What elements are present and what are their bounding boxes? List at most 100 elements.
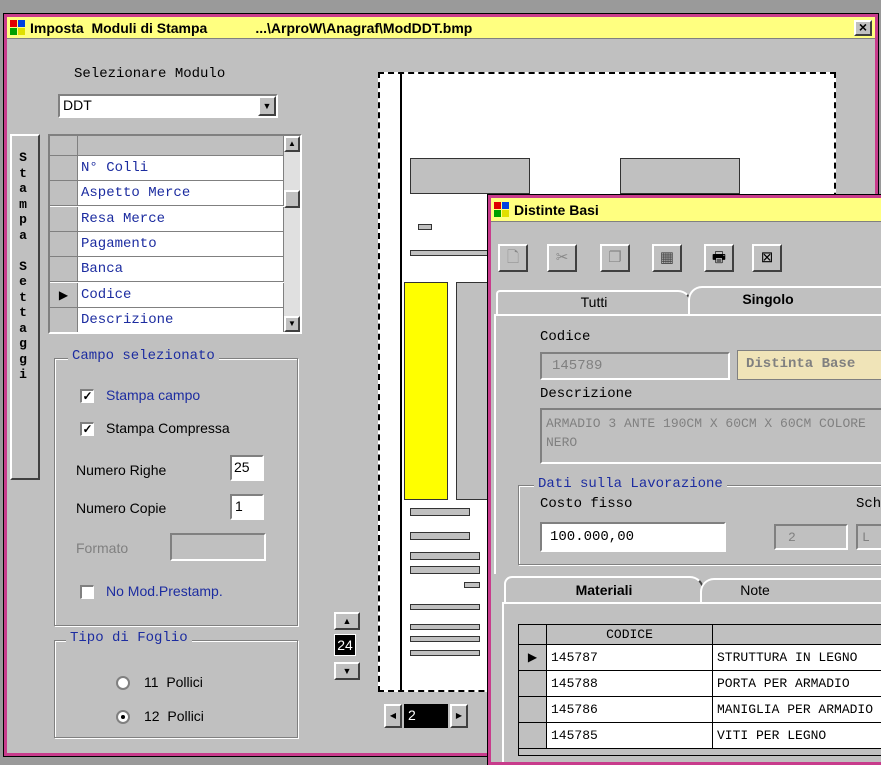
- costo-input[interactable]: 100.000,00: [540, 522, 726, 552]
- preview-margin-line: [400, 74, 402, 690]
- chevron-down-icon[interactable]: ▼: [258, 96, 276, 116]
- grid-scrollbar[interactable]: ▲ ▼: [284, 136, 300, 332]
- page-prev-button[interactable]: ◀: [384, 704, 402, 728]
- mat-row-code[interactable]: 145787: [547, 645, 713, 671]
- field-row[interactable]: Descrizione: [78, 307, 284, 332]
- mat-row-desc[interactable]: PORTA PER ARMADIO: [713, 671, 881, 697]
- numero-righe-input[interactable]: 25: [230, 455, 264, 481]
- preview-bar: [410, 636, 480, 642]
- row-indicator[interactable]: [50, 181, 78, 207]
- page-value[interactable]: 2: [404, 704, 448, 728]
- main-title: Imposta Moduli di Stampa: [30, 19, 208, 36]
- numero-copie-input[interactable]: 1: [230, 494, 264, 520]
- preview-bar: [410, 566, 480, 574]
- mat-row-code[interactable]: 145788: [547, 671, 713, 697]
- main-path: ...\ArproW\Anagraf\ModDDT.bmp: [255, 19, 473, 36]
- tab-singolo[interactable]: Singolo: [688, 286, 881, 316]
- print-icon[interactable]: 🖶: [704, 244, 734, 272]
- materiali-grid[interactable]: CODICE ▶ 145787 STRUTTURA IN LEGNO 145788 PO…: [518, 624, 881, 756]
- row-indicator[interactable]: [50, 307, 78, 332]
- row-indicator[interactable]: [50, 231, 78, 257]
- mat-col-codice: CODICE: [547, 625, 713, 645]
- preview-box: [410, 158, 530, 194]
- no-mod-checkbox[interactable]: [80, 585, 94, 599]
- scroll-thumb[interactable]: [284, 190, 300, 208]
- side-letter: [10, 243, 36, 259]
- app-icon: [10, 19, 26, 36]
- distinte-titlebar: Distinte Basi: [491, 198, 881, 222]
- tab-tutti-label: Tutti: [580, 294, 608, 310]
- spin-value[interactable]: 24: [334, 634, 356, 656]
- side-letter: e: [19, 274, 27, 289]
- grid-header: [78, 136, 284, 156]
- sch-label: Sch: [856, 496, 881, 512]
- costo-label: Costo fisso: [540, 496, 633, 512]
- scroll-up-icon[interactable]: ▲: [284, 136, 300, 152]
- field-row[interactable]: Aspetto Merce: [78, 181, 284, 207]
- radio-11-pollici[interactable]: [116, 676, 130, 690]
- mat-row-code[interactable]: 145786: [547, 697, 713, 723]
- mat-row-desc[interactable]: STRUTTURA IN LEGNO: [713, 645, 881, 671]
- tab-note[interactable]: Note: [700, 578, 881, 602]
- tab-materiali[interactable]: Materiali: [504, 576, 704, 604]
- preview-bar: [410, 250, 490, 256]
- stampa-compressa-checkbox[interactable]: ✓: [80, 422, 94, 436]
- row-indicator[interactable]: [50, 156, 78, 181]
- row-indicator[interactable]: [50, 257, 78, 283]
- cut-icon[interactable]: ✂: [547, 244, 577, 272]
- mat-row-code[interactable]: 145785: [547, 723, 713, 749]
- mat-row-desc[interactable]: MANIGLIA PER ARMADIO: [713, 697, 881, 723]
- row-indicator[interactable]: [50, 206, 78, 232]
- copy-icon[interactable]: ❐: [600, 244, 630, 272]
- stampa-compressa-label: Stampa Compressa: [106, 420, 230, 436]
- formato-input[interactable]: [170, 533, 266, 561]
- tab-tutti[interactable]: Tutti: [496, 290, 692, 314]
- side-letter: i: [19, 367, 27, 382]
- mat-row-desc[interactable]: VITI PER LEGNO: [713, 723, 881, 749]
- codice-field: 145789: [540, 352, 730, 380]
- side-letter: m: [19, 196, 27, 212]
- side-letter: t: [19, 305, 27, 320]
- new-doc-icon[interactable]: 🗋: [498, 244, 528, 272]
- numero-righe-label: Numero Righe: [76, 462, 167, 478]
- side-letter: a: [19, 227, 27, 243]
- app-icon: [494, 201, 510, 218]
- distinta-base-badge: Distinta Base: [737, 350, 881, 380]
- exit-icon[interactable]: ⊠: [752, 244, 782, 272]
- side-letter: a: [19, 320, 27, 336]
- field-row[interactable]: Codice: [78, 282, 284, 308]
- mat-row-indicator[interactable]: ▶: [519, 645, 547, 671]
- tab-materiali-label: Materiali: [575, 582, 633, 598]
- preview-bar: [410, 604, 480, 610]
- numero-copie-label: Numero Copie: [76, 500, 167, 516]
- preview-bar: [418, 224, 432, 230]
- page-next-button[interactable]: ▶: [450, 704, 468, 728]
- radio-12-pollici[interactable]: [116, 710, 130, 724]
- scroll-down-icon[interactable]: ▼: [284, 316, 300, 332]
- grid-corner: [50, 136, 78, 156]
- field-row[interactable]: Pagamento: [78, 231, 284, 257]
- side-letter: p: [19, 212, 27, 227]
- field-row[interactable]: N° Colli: [78, 156, 284, 181]
- side-letter: g: [19, 351, 27, 367]
- field-row[interactable]: Banca: [78, 257, 284, 283]
- close-icon[interactable]: ×: [854, 20, 872, 36]
- formato-label: Formato: [76, 540, 129, 556]
- distinte-title: Distinte Basi: [514, 201, 599, 218]
- mat-row-indicator[interactable]: [519, 723, 547, 749]
- row-indicator[interactable]: ▶: [50, 282, 78, 308]
- module-select[interactable]: DDT ▼: [58, 94, 278, 118]
- field-row[interactable]: Resa Merce: [78, 206, 284, 232]
- mat-row-indicator[interactable]: [519, 671, 547, 697]
- stampa-campo-checkbox[interactable]: ✓: [80, 389, 94, 403]
- spin-down-button[interactable]: ▼: [334, 662, 360, 680]
- fields-grid[interactable]: N° Colli Aspetto Merce Resa Merce Pagamento…: [48, 134, 302, 334]
- calculator-icon[interactable]: ▦: [652, 244, 682, 272]
- mat-grid-empty: [519, 749, 881, 755]
- preview-bar: [410, 552, 480, 560]
- campo-legend: Campo selezionato: [68, 348, 219, 364]
- tab-note-label: Note: [740, 582, 770, 598]
- field-2: 2: [774, 524, 848, 550]
- mat-row-indicator[interactable]: [519, 697, 547, 723]
- spin-up-button[interactable]: ▲: [334, 612, 360, 630]
